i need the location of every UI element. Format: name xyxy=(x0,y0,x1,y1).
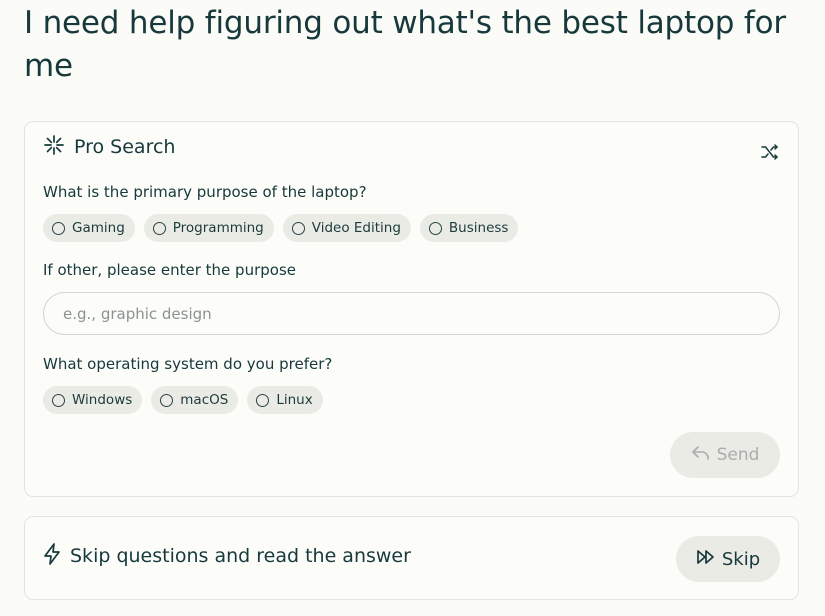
query-title: I need help figuring out what's the best… xyxy=(24,5,786,84)
sparkle-icon xyxy=(43,134,65,160)
os-options: Windows macOS Linux xyxy=(43,386,323,414)
reply-arrow-icon xyxy=(691,444,711,467)
skip-card: Skip questions and read the answer Skip xyxy=(24,516,799,600)
radio-icon xyxy=(160,393,174,407)
pro-search-header: Pro Search xyxy=(43,134,175,160)
radio-icon xyxy=(291,221,305,235)
send-label: Send xyxy=(716,445,760,465)
other-purpose-label: If other, please enter the purpose xyxy=(43,261,296,279)
option-label: Video Editing xyxy=(311,220,401,236)
option-label: Windows xyxy=(72,392,133,408)
option-label: Linux xyxy=(276,392,313,408)
option-linux[interactable]: Linux xyxy=(247,386,323,414)
radio-icon xyxy=(52,393,65,407)
radio-icon xyxy=(256,393,270,407)
shuffle-button[interactable] xyxy=(760,144,780,164)
send-button[interactable]: Send xyxy=(670,432,780,478)
purpose-options: Gaming Programming Video Editing Busines… xyxy=(43,214,519,242)
option-gaming[interactable]: Gaming xyxy=(43,214,135,242)
pro-search-title: Pro Search xyxy=(74,136,176,158)
option-business[interactable]: Business xyxy=(419,214,519,242)
fast-forward-icon xyxy=(696,549,716,570)
shuffle-icon xyxy=(761,144,779,164)
page: I need help figuring out what's the best… xyxy=(0,0,825,616)
purpose-question: What is the primary purpose of the lapto… xyxy=(43,183,367,201)
lightning-icon xyxy=(43,543,61,569)
option-label: Programming xyxy=(172,220,264,236)
radio-icon xyxy=(428,221,442,235)
option-windows[interactable]: Windows xyxy=(43,386,143,414)
radio-icon xyxy=(52,221,65,235)
option-label: Business xyxy=(448,220,509,236)
skip-text: Skip questions and read the answer xyxy=(70,545,411,567)
option-video-editing[interactable]: Video Editing xyxy=(282,214,411,242)
radio-icon xyxy=(152,221,166,235)
skip-row: Skip questions and read the answer xyxy=(43,543,411,569)
other-purpose-input[interactable] xyxy=(43,292,780,335)
skip-button[interactable]: Skip xyxy=(676,536,780,582)
os-question: What operating system do you prefer? xyxy=(43,355,333,373)
option-programming[interactable]: Programming xyxy=(143,214,274,242)
option-label: macOS xyxy=(180,392,229,408)
pro-search-card: Pro Search What is the primary purpose o… xyxy=(24,121,799,497)
option-label: Gaming xyxy=(72,220,125,236)
option-macos[interactable]: macOS xyxy=(151,386,239,414)
skip-button-label: Skip xyxy=(721,548,761,570)
